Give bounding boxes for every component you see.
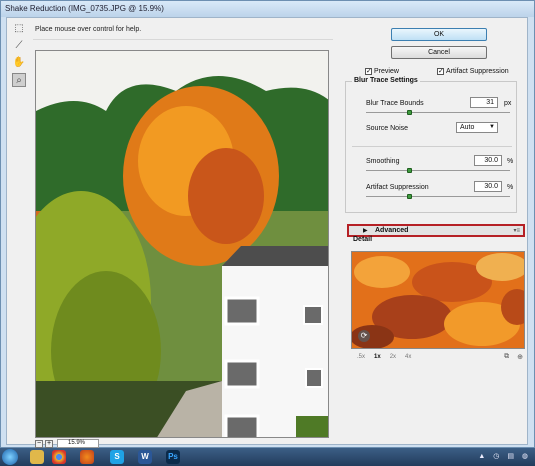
ruler-icon[interactable]: ⟋ xyxy=(12,39,26,53)
tool-palette: ⬚ ⟋ ✋ ⌕ xyxy=(12,22,28,90)
source-noise-select[interactable]: Auto ▼ xyxy=(456,122,498,133)
source-noise-label: Source Noise xyxy=(366,125,409,132)
slider-thumb[interactable] xyxy=(407,194,413,199)
dropdown-arrow-icon: ▼ xyxy=(489,124,495,130)
marquee-icon[interactable]: ⬚ xyxy=(12,22,26,36)
zoom-level-option[interactable]: 4x xyxy=(405,354,411,360)
zoom-level-option[interactable]: 2x xyxy=(390,354,396,360)
zoom-level-field[interactable]: 15.9% xyxy=(57,439,99,448)
preview-label: Preview xyxy=(374,68,399,75)
group-title: Blur Trace Settings xyxy=(352,77,420,84)
system-tray[interactable]: ▲ ◷ ▤ ◍ xyxy=(478,452,531,460)
detail-target-icon[interactable]: ⊕ xyxy=(517,353,523,361)
detail-title: Detail xyxy=(353,236,373,243)
ok-button[interactable]: OK xyxy=(391,28,487,41)
cancel-button[interactable]: Cancel xyxy=(391,46,487,59)
shake-reduction-window: Shake Reduction (IMG_0735.JPG @ 15.9%) ⬚… xyxy=(0,0,535,448)
artifact-suppression-slider[interactable] xyxy=(366,194,510,200)
panel-menu-icon[interactable]: ▾≡ xyxy=(513,227,520,234)
undock-detail-icon[interactable]: ⧉ xyxy=(504,353,509,361)
firefox-icon[interactable] xyxy=(80,450,94,464)
blur-trace-settings-group: Blur Trace Settings Blur Trace Bounds 31… xyxy=(345,77,517,213)
smoothing-input[interactable]: 30.0 xyxy=(474,155,502,166)
zoom-bar: − + 15.9% xyxy=(35,439,329,448)
check-icon: ✓ xyxy=(365,68,372,75)
title-bar[interactable]: Shake Reduction (IMG_0735.JPG @ 15.9%) xyxy=(1,1,534,17)
window-title: Shake Reduction (IMG_0735.JPG @ 15.9%) xyxy=(5,4,164,13)
detail-zoom-levels: .5x 1x 2x 4x xyxy=(357,354,411,360)
blur-trace-bounds-slider[interactable] xyxy=(366,110,510,116)
slider-thumb[interactable] xyxy=(407,168,413,173)
start-button[interactable] xyxy=(2,449,18,465)
blur-trace-bounds-label: Blur Trace Bounds xyxy=(366,100,424,107)
skype-icon[interactable]: S xyxy=(110,450,124,464)
hand-icon[interactable]: ✋ xyxy=(12,56,26,70)
zoom-in-button[interactable]: + xyxy=(45,440,53,448)
preview-checkbox[interactable]: ✓ Preview xyxy=(365,68,399,75)
help-text: Place mouse over control for help. xyxy=(35,26,142,33)
smoothing-slider[interactable] xyxy=(366,168,510,174)
dialog-client: ⬚ ⟋ ✋ ⌕ Place mouse over control for hel… xyxy=(6,17,528,448)
artifact-suppression-checkbox[interactable]: ✓ Artifact Suppression xyxy=(437,68,509,75)
taskbar: S W Ps ▲ ◷ ▤ ◍ xyxy=(0,448,535,466)
folder-icon[interactable] xyxy=(30,450,44,464)
percent-unit: % xyxy=(507,158,514,165)
detail-photo xyxy=(352,252,524,348)
smoothing-label: Smoothing xyxy=(366,158,400,165)
artifact-suppression-slider-label: Artifact Suppression xyxy=(366,184,429,191)
word-icon[interactable]: W xyxy=(138,450,152,464)
detail-tools: ⧉ ⊕ xyxy=(504,353,523,361)
blur-trace-bounds-input[interactable]: 31 xyxy=(470,97,498,108)
zoom-level-option[interactable]: 1x xyxy=(374,354,381,360)
loupe-toggle-icon[interactable]: ⟳ xyxy=(358,330,370,342)
artifact-suppression-label: Artifact Suppression xyxy=(446,68,509,75)
image-preview[interactable] xyxy=(35,50,329,438)
px-unit: px xyxy=(504,100,512,107)
zoom-level-option[interactable]: .5x xyxy=(357,354,365,360)
detail-loupe[interactable]: ⟳ xyxy=(351,251,525,349)
divider xyxy=(33,39,333,40)
chrome-icon[interactable] xyxy=(52,450,66,464)
preview-photo xyxy=(36,51,328,437)
photoshop-icon[interactable]: Ps xyxy=(166,450,180,464)
divider xyxy=(352,146,512,147)
advanced-label: Advanced xyxy=(375,227,409,234)
slider-thumb[interactable] xyxy=(407,110,413,115)
zoom-icon[interactable]: ⌕ xyxy=(12,73,26,87)
expand-triangle-icon: ▶ xyxy=(363,228,368,234)
zoom-out-button[interactable]: − xyxy=(35,440,43,448)
advanced-section-header[interactable]: ▶ Advanced ▾≡ xyxy=(347,224,525,237)
check-icon: ✓ xyxy=(437,68,444,75)
artifact-suppression-input[interactable]: 30.0 xyxy=(474,181,502,192)
settings-panel: OK Cancel ✓ Preview ✓ Artifact Suppressi… xyxy=(341,22,525,442)
percent-unit: % xyxy=(507,184,514,191)
